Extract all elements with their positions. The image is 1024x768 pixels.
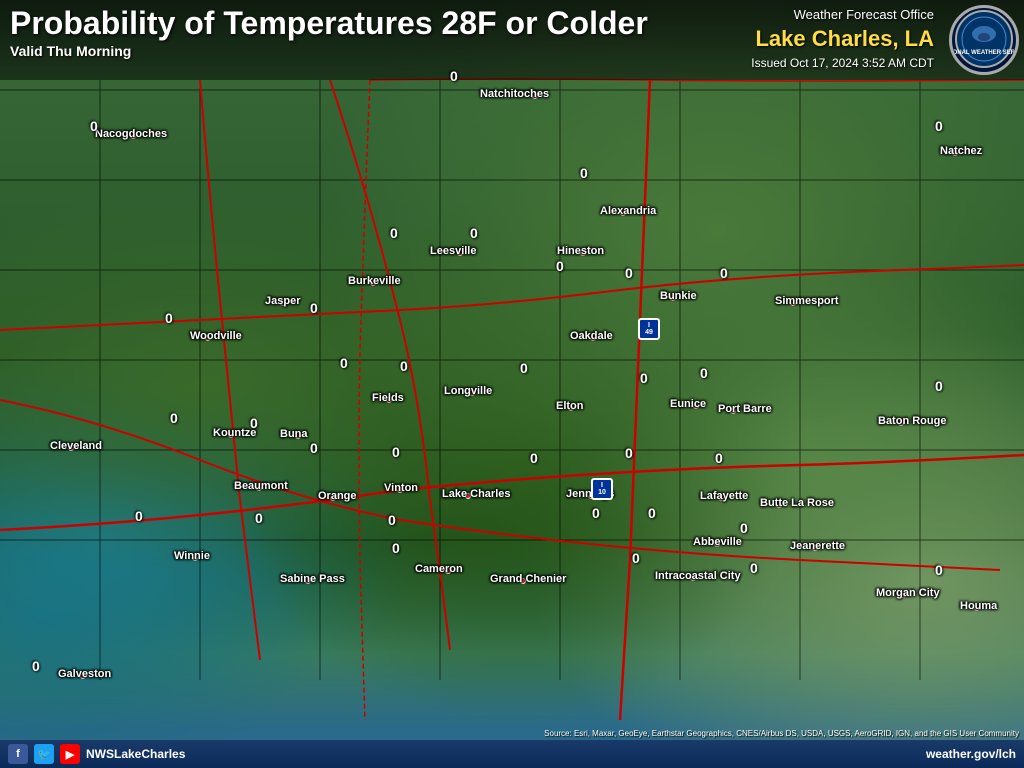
city-label: Abbeville [693, 536, 742, 548]
title-block: Probability of Temperatures 28F or Colde… [10, 6, 751, 59]
probability-value: 0 [310, 300, 318, 316]
probability-value: 0 [632, 550, 640, 566]
city-label: Woodville [190, 330, 242, 342]
city-label: Intracoastal City [655, 570, 741, 582]
nws-info-block: Weather Forecast Office Lake Charles, LA… [751, 6, 934, 72]
svg-text:NATIONAL WEATHER SERVICE: NATIONAL WEATHER SERVICE [954, 50, 1014, 56]
footer-bar: f 🐦 ▶ NWSLakeCharles weather.gov/lch [0, 740, 1024, 768]
probability-value: 0 [388, 512, 396, 528]
city-label: Lake Charles [442, 488, 510, 500]
city-label: Natchitoches [480, 88, 549, 100]
website-url: weather.gov/lch [926, 747, 1016, 761]
nws-logo-inner: NATIONAL WEATHER SERVICE [954, 9, 1014, 71]
probability-value: 0 [170, 410, 178, 426]
probability-value: 0 [935, 378, 943, 394]
probability-value: 0 [740, 520, 748, 536]
valid-text: Valid Thu Morning [10, 43, 751, 59]
probability-value: 0 [530, 450, 538, 466]
interstate-49-shield: I49 [638, 318, 660, 340]
city-label: Cleveland [50, 440, 102, 452]
city-label: Nacogdoches [95, 128, 167, 140]
city-label: Bunkie [660, 290, 697, 302]
city-label: Jeanerette [790, 540, 845, 552]
city-label: Sabine Pass [280, 573, 345, 585]
city-label: Eunice [670, 398, 706, 410]
city-label: Burkeville [348, 275, 401, 287]
probability-value: 0 [255, 510, 263, 526]
city-label: Morgan City [876, 587, 940, 599]
probability-value: 0 [250, 415, 258, 431]
probability-value: 0 [720, 265, 728, 281]
city-label: Hineston [557, 245, 604, 257]
probability-value: 0 [165, 310, 173, 326]
probability-value: 0 [715, 450, 723, 466]
city-label: Winnie [174, 550, 210, 562]
probability-value: 0 [392, 444, 400, 460]
twitter-icon[interactable]: 🐦 [34, 744, 54, 764]
probability-value: 0 [32, 658, 40, 674]
probability-value: 0 [340, 355, 348, 371]
facebook-icon[interactable]: f [8, 744, 28, 764]
probability-value: 0 [520, 360, 528, 376]
city-label: Alexandria [600, 205, 656, 217]
probability-value: 0 [470, 225, 478, 241]
probability-value: 0 [640, 370, 648, 386]
city-label: Oakdale [570, 330, 613, 342]
probability-value: 0 [935, 562, 943, 578]
map-container: Probability of Temperatures 28F or Colde… [0, 0, 1024, 768]
city-label: Orange [318, 490, 357, 502]
probability-value: 0 [400, 358, 408, 374]
city-label: Lafayette [700, 490, 748, 502]
probability-value: 0 [390, 225, 398, 241]
city-label: Elton [556, 400, 584, 412]
map-background [0, 0, 1024, 768]
probability-value: 0 [135, 508, 143, 524]
source-text: Source: Esri, Maxar, GeoEye, Earthstar G… [544, 729, 1019, 738]
city-label: Butte La Rose [760, 497, 834, 509]
nws-label: Weather Forecast Office [751, 6, 934, 24]
city-label: Beaumont [234, 480, 288, 492]
city-label: Buna [280, 428, 308, 440]
nws-logo: NATIONAL WEATHER SERVICE [949, 5, 1019, 75]
city-label: Cameron [415, 563, 463, 575]
probability-value: 0 [392, 540, 400, 556]
interstate-10-shield: I10 [591, 478, 613, 500]
city-label: Vinton [384, 482, 418, 494]
office-name: Lake Charles, LA [751, 24, 934, 55]
probability-value: 0 [450, 68, 458, 84]
social-icons: f 🐦 ▶ NWSLakeCharles [8, 744, 185, 764]
city-label: Natchez [940, 145, 982, 157]
city-label: Simmesport [775, 295, 839, 307]
city-label: Leesville [430, 245, 476, 257]
probability-value: 0 [750, 560, 758, 576]
header-bar: Probability of Temperatures 28F or Colde… [0, 0, 1024, 80]
probability-value: 0 [625, 445, 633, 461]
probability-value: 0 [580, 165, 588, 181]
city-label: Longville [444, 385, 492, 397]
city-label: Fields [372, 392, 404, 404]
city-label: Baton Rouge [878, 415, 946, 427]
probability-value: 0 [625, 265, 633, 281]
probability-value: 0 [592, 505, 600, 521]
social-handle: NWSLakeCharles [86, 747, 185, 761]
youtube-icon[interactable]: ▶ [60, 744, 80, 764]
city-label: Grand Chenier [490, 573, 566, 585]
probability-value: 0 [700, 365, 708, 381]
city-label: Jasper [265, 295, 300, 307]
probability-value: 0 [310, 440, 318, 456]
probability-value: 0 [556, 258, 564, 274]
city-label: Galveston [58, 668, 111, 680]
city-label: Port Barre [718, 403, 772, 415]
city-label: Houma [960, 600, 997, 612]
issued-text: Issued Oct 17, 2024 3:52 AM CDT [751, 55, 934, 72]
probability-value: 0 [935, 118, 943, 134]
main-title: Probability of Temperatures 28F or Colde… [10, 6, 751, 41]
probability-value: 0 [90, 118, 98, 134]
probability-value: 0 [648, 505, 656, 521]
